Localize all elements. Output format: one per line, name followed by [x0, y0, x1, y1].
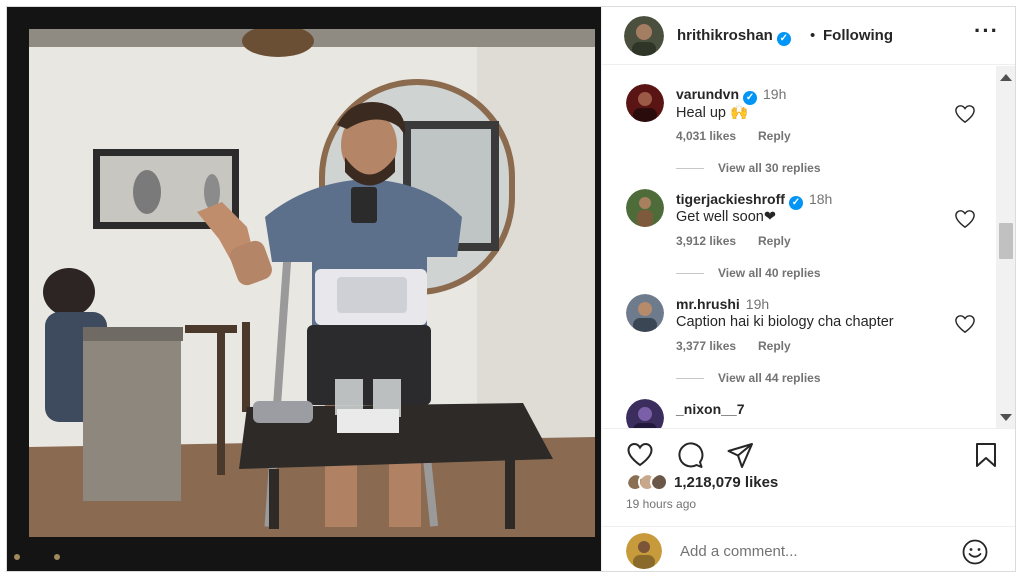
comment-likes[interactable]: 3,912 likes — [676, 234, 736, 248]
comment-likes[interactable]: 3,377 likes — [676, 339, 736, 353]
scrollbar-thumb[interactable] — [999, 223, 1013, 259]
verified-badge-icon: ✓ — [788, 196, 803, 210]
comment-text: Get well soon❤ — [676, 209, 776, 225]
current-user-avatar — [626, 533, 662, 569]
add-comment-bar — [602, 526, 1015, 571]
reply-button[interactable]: Reply — [758, 339, 791, 353]
comment-username[interactable]: varundvn ✓ 19h — [676, 86, 786, 105]
post-photo[interactable] — [7, 7, 601, 571]
comment-likes[interactable]: 4,031 likes — [676, 129, 736, 143]
bookmark-icon[interactable] — [972, 441, 1000, 469]
post-timestamp: 19 hours ago — [626, 497, 697, 511]
comment-avatar[interactable] — [626, 294, 664, 332]
likes-summary[interactable]: 1,218,079 likes — [626, 473, 778, 491]
following-button[interactable]: Following — [823, 27, 893, 44]
scroll-down-arrow-icon[interactable] — [1000, 414, 1012, 421]
mirror-selfie-image — [7, 7, 601, 571]
instagram-post-modal: hrithikroshan ✓ • Following ··· varundvn ✓… — [6, 6, 1016, 572]
header-separator: • — [810, 27, 816, 44]
comment-like-heart-icon[interactable] — [954, 314, 976, 334]
comments-scrollbar[interactable] — [996, 66, 1015, 428]
comment-text: Caption hai ki biology cha chapter — [676, 314, 894, 330]
scroll-up-arrow-icon[interactable] — [1000, 74, 1012, 81]
comment-like-heart-icon[interactable] — [954, 104, 976, 124]
comment-time: 19h — [763, 86, 787, 102]
verified-badge-icon: ✓ — [743, 91, 758, 105]
reply-button[interactable]: Reply — [758, 234, 791, 248]
comment-text: Heal up 🙌 — [676, 105, 749, 121]
comment-like-heart-icon[interactable] — [954, 209, 976, 229]
comments-list[interactable]: varundvn ✓ 19h Heal up 🙌 4,031 likes Reply… — [602, 66, 1015, 428]
like-count[interactable]: 1,218,079 likes — [674, 474, 778, 491]
more-options-icon[interactable]: ··· — [974, 20, 998, 45]
add-comment-input[interactable] — [680, 539, 940, 563]
comment-username[interactable]: tigerjackieshroff ✓ 18h — [676, 191, 832, 210]
author-avatar[interactable] — [624, 16, 664, 56]
comment-item: _nixon__7 — [602, 381, 992, 428]
liker-avatar — [650, 473, 668, 491]
comment-item: varundvn ✓ 19h Heal up 🙌 4,031 likes Reply… — [602, 66, 992, 175]
comment-avatar[interactable] — [626, 84, 664, 122]
heart-icon[interactable] — [626, 441, 654, 469]
comment-icon[interactable] — [676, 441, 704, 469]
post-header: hrithikroshan ✓ • Following ··· — [602, 7, 1015, 65]
send-icon[interactable] — [726, 441, 754, 469]
reply-button[interactable]: Reply — [758, 129, 791, 143]
comment-item: tigerjackieshroff ✓ 18h Get well soon❤ 3,9… — [602, 171, 992, 280]
comment-item: mr.hrushi 19h Caption hai ki biology cha … — [602, 276, 992, 385]
emoji-icon[interactable] — [962, 539, 988, 565]
comment-username[interactable]: _nixon__7 — [676, 401, 744, 417]
verified-badge-icon: ✓ — [776, 32, 791, 46]
post-side-panel: hrithikroshan ✓ • Following ··· varundvn ✓… — [601, 7, 1015, 571]
author-username[interactable]: hrithikroshan ✓ — [677, 27, 791, 46]
comment-time: 19h — [745, 296, 770, 312]
comment-avatar[interactable] — [626, 399, 664, 428]
comment-avatar[interactable] — [626, 189, 664, 227]
post-actions: 1,218,079 likes 19 hours ago — [602, 428, 1015, 536]
comment-username[interactable]: mr.hrushi 19h — [676, 296, 769, 312]
comment-time: 18h — [808, 191, 833, 207]
